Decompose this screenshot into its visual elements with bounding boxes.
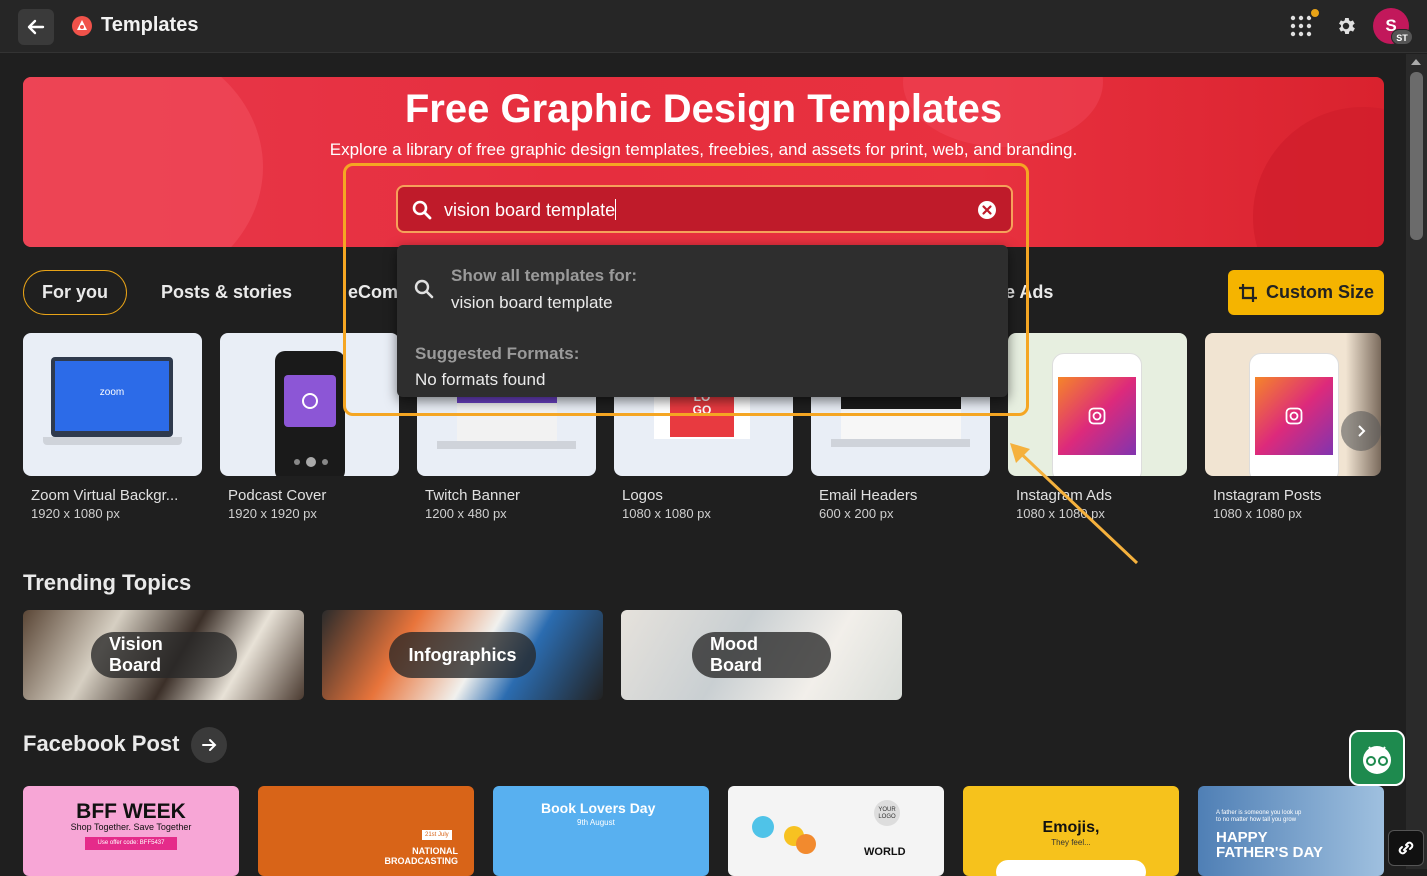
fb-card-headline: Book Lovers Day bbox=[541, 800, 656, 816]
link-icon bbox=[1398, 841, 1414, 855]
annotation-arrow bbox=[1010, 443, 1139, 565]
top-bar: Templates S ST bbox=[0, 0, 1427, 53]
topic-card-infographics[interactable]: Infographics bbox=[322, 610, 603, 700]
fb-card-world[interactable]: YOUR LOGO WORLD bbox=[728, 786, 944, 876]
fb-card-broadcasting[interactable]: 21st July NATIONAL BROADCASTING bbox=[258, 786, 474, 876]
custom-size-button[interactable]: Custom Size bbox=[1228, 270, 1384, 315]
back-arrow-icon bbox=[27, 19, 45, 35]
avatar-badge: ST bbox=[1391, 29, 1413, 45]
app-logo-icon bbox=[72, 16, 92, 36]
format-name[interactable]: Instagram Posts bbox=[1213, 487, 1321, 504]
fb-card-line: 9th August bbox=[577, 818, 615, 827]
gear-icon[interactable] bbox=[1335, 15, 1357, 37]
notification-dot bbox=[1309, 7, 1321, 19]
topic-card-vision-board[interactable]: Vision Board bbox=[23, 610, 304, 700]
arrow-right-icon bbox=[202, 739, 217, 751]
carousel-next-button[interactable] bbox=[1341, 411, 1381, 451]
facebook-post-title: Facebook Post bbox=[23, 731, 180, 756]
fb-card-line: Shop Together. Save Together bbox=[70, 822, 192, 832]
fb-card-headline: HAPPY FATHER'S DAY bbox=[1216, 829, 1323, 861]
format-size: 1080 x 1080 px bbox=[622, 506, 711, 521]
annotation-highlight bbox=[343, 163, 1029, 416]
fb-card-bff-week[interactable]: BFF WEEK Shop Together. Save Together Us… bbox=[23, 786, 239, 876]
format-card-instagram-posts[interactable] bbox=[1205, 333, 1381, 476]
fb-card-headline: Emojis, bbox=[1042, 819, 1100, 836]
scroll-thumb[interactable] bbox=[1410, 72, 1423, 240]
fb-card-fathers-day[interactable]: A father is someone you look up to no ma… bbox=[1198, 786, 1384, 876]
topic-label: Infographics bbox=[389, 632, 536, 678]
scrollbar[interactable] bbox=[1406, 54, 1427, 869]
fb-card-line: WORLD bbox=[864, 846, 906, 858]
crop-icon bbox=[1238, 283, 1257, 302]
page-title: Templates bbox=[101, 14, 199, 36]
fb-card-line: NATIONAL BROADCASTING bbox=[384, 846, 459, 866]
fb-card-tag: 21st July bbox=[422, 830, 452, 840]
topic-label: Vision Board bbox=[91, 632, 237, 678]
link-button[interactable] bbox=[1388, 830, 1424, 866]
format-name[interactable]: Zoom Virtual Backgr... bbox=[31, 487, 178, 504]
format-size: 1200 x 480 px bbox=[425, 506, 507, 521]
zoom-screen: zoom bbox=[55, 361, 169, 431]
format-name[interactable]: Logos bbox=[622, 487, 663, 504]
back-button[interactable] bbox=[18, 9, 54, 45]
fb-card-book-lovers[interactable]: Book Lovers Day 9th August bbox=[493, 786, 709, 876]
fb-card-line: A father is someone you look up to no ma… bbox=[1216, 810, 1302, 823]
fb-card-logo: YOUR LOGO bbox=[874, 800, 900, 826]
format-card-zoom[interactable]: zoom bbox=[23, 333, 202, 476]
bot-icon bbox=[1363, 746, 1391, 774]
format-size: 1080 x 1080 px bbox=[1213, 506, 1302, 521]
assistant-bot-button[interactable] bbox=[1349, 730, 1405, 786]
tab-label: For you bbox=[42, 282, 108, 302]
topic-label: Mood Board bbox=[692, 632, 831, 678]
hero-title: Free Graphic Design Templates bbox=[404, 87, 1003, 131]
tab-label: Posts & stories bbox=[161, 282, 293, 302]
fb-card-emojis[interactable]: Emojis, They feel... bbox=[963, 786, 1179, 876]
tab-posts-stories[interactable]: Posts & stories bbox=[161, 270, 292, 315]
tab-for-you[interactable]: For you bbox=[23, 270, 127, 315]
format-name[interactable]: Email Headers bbox=[819, 487, 917, 504]
hero-subtitle: Explore a library of free graphic design… bbox=[329, 140, 1078, 159]
format-name[interactable]: Podcast Cover bbox=[228, 487, 326, 504]
fb-card-headline: BFF WEEK bbox=[76, 800, 186, 823]
chevron-right-icon bbox=[1358, 425, 1366, 437]
custom-size-label: Custom Size bbox=[1265, 282, 1375, 302]
trending-title: Trending Topics bbox=[23, 570, 192, 595]
format-size: 1920 x 1920 px bbox=[228, 506, 317, 521]
instagram-icon bbox=[1285, 407, 1303, 425]
facebook-see-all-button[interactable] bbox=[191, 727, 227, 763]
scroll-up-arrow[interactable] bbox=[1411, 59, 1421, 65]
format-size: 600 x 200 px bbox=[819, 506, 894, 521]
format-size: 1920 x 1080 px bbox=[31, 506, 120, 521]
instagram-icon bbox=[1088, 407, 1106, 425]
fb-card-code: Use offer code: BFF5437 bbox=[85, 837, 177, 850]
format-name[interactable]: Twitch Banner bbox=[425, 487, 520, 504]
fb-card-line: They feel... bbox=[1051, 838, 1091, 847]
apps-grid-icon[interactable] bbox=[1290, 15, 1312, 37]
topic-card-mood-board[interactable]: Mood Board bbox=[621, 610, 902, 700]
